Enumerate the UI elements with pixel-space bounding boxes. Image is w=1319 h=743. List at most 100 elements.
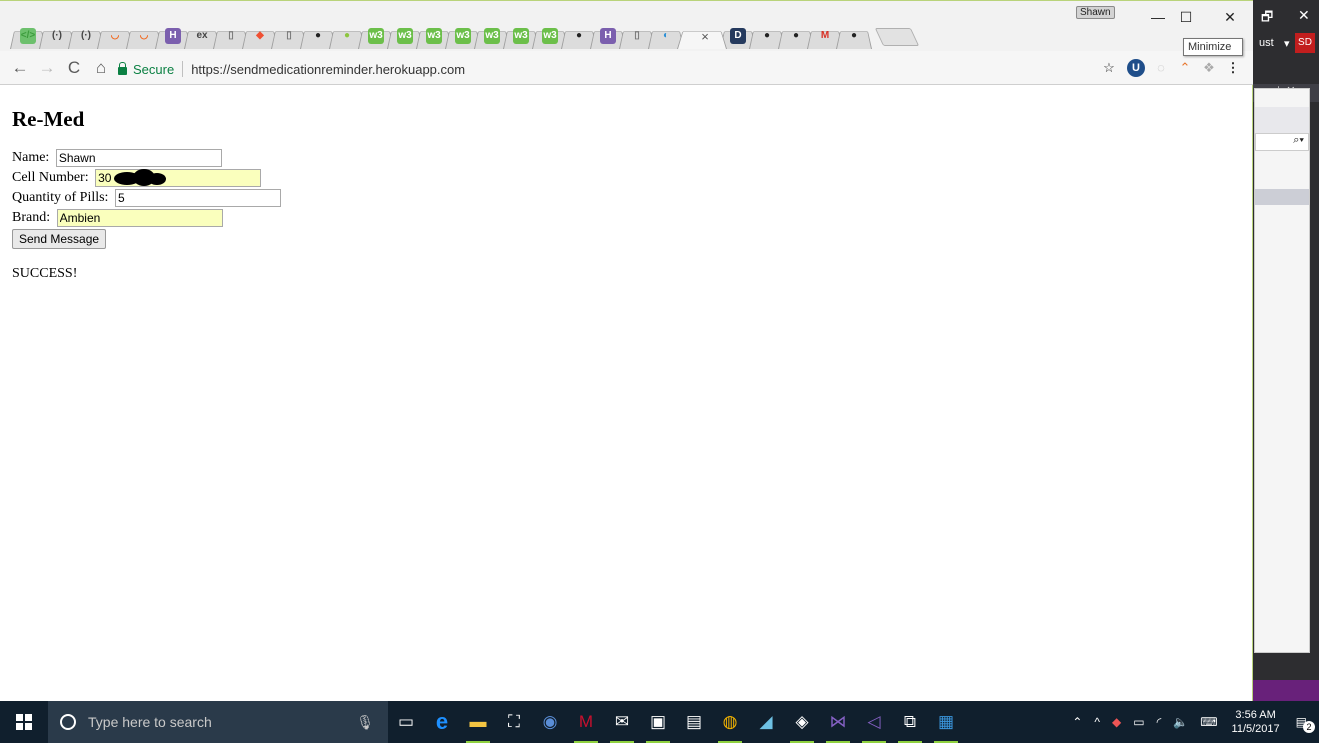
tab-favicon-icon: w3 <box>455 28 471 44</box>
close-window-button[interactable]: ✕ <box>1208 5 1252 29</box>
menu-icon[interactable]: ⋮ <box>1224 59 1242 77</box>
tab-favicon-icon: ● <box>314 30 322 41</box>
microphone-icon[interactable]: 🎙 <box>356 714 374 731</box>
tab-favicon-icon: ● <box>343 30 351 41</box>
redaction-mark <box>148 173 166 185</box>
minimize-tooltip: Minimize <box>1183 38 1243 56</box>
visual-studio-icon[interactable]: ⋈ <box>820 701 856 743</box>
back-icon[interactable]: ← <box>8 56 32 80</box>
wifi-icon[interactable]: ◜ <box>1151 715 1168 729</box>
omnibox-divider <box>182 61 184 77</box>
extension-icon[interactable]: ◌ <box>1152 59 1170 77</box>
bookmark-star-icon[interactable]: ☆ <box>1100 59 1118 77</box>
tab-favicon-icon: ● <box>575 30 583 41</box>
ublock-extension-icon[interactable]: U <box>1127 59 1145 77</box>
tab-favicon-icon: ◡ <box>110 30 120 41</box>
outlook-icon[interactable]: ▦ <box>928 701 964 743</box>
tab-favicon-icon: H <box>600 28 616 44</box>
avatar[interactable]: SD <box>1295 33 1315 53</box>
clock-date: 11/5/2017 <box>1231 723 1280 735</box>
secure-label: Secure <box>133 61 175 77</box>
background-menu-text: ust <box>1259 37 1274 49</box>
system-tray: ⌃ ^ ◆ ▭ ◜ 🔈 ⌨ 3:56 AM 11/5/2017 ▤ 2 <box>1066 701 1319 743</box>
browser-toolbar: ← → C ⌂ Secure https://sendmedicationrem… <box>0 51 1253 85</box>
volume-icon[interactable]: 🔈 <box>1167 715 1194 729</box>
home-icon[interactable]: ⌂ <box>89 56 113 80</box>
maximize-button[interactable]: ☐ <box>1164 5 1208 29</box>
cell-label: Cell Number: <box>12 170 93 185</box>
clock[interactable]: 3:56 AM 11/5/2017 <box>1224 708 1288 736</box>
brand-row: Brand: <box>12 208 1240 228</box>
editor-icon[interactable]: ◢ <box>748 701 784 743</box>
tab-strip: </> (·) (·) ◡ ◡ Hex ▯ ◆ ▯ ● ● w3 w3 w3 w3 w3 w3 w3 ● H ▯ ◐ × D ●… <box>0 1 1253 51</box>
close-icon[interactable]: ✕ <box>1298 7 1310 24</box>
search-placeholder: Type here to search <box>88 714 212 730</box>
dropbox-extension-icon[interactable]: ❖ <box>1200 59 1218 77</box>
edge-icon[interactable]: e <box>424 701 460 743</box>
antivirus-tray-icon[interactable]: ◆ <box>1106 715 1127 729</box>
tab-list: </> (·) (·) ◡ ◡ Hex ▯ ◆ ▯ ● ● w3 w3 w3 w3 w3 w3 w3 ● H ▯ ◐ × D ●… <box>10 23 920 49</box>
tab-favicon-icon: ▯ <box>228 30 234 41</box>
tab-favicon-icon: w3 <box>426 28 442 44</box>
web-page: Re-Med Name: Cell Number: Quantity of Pi… <box>0 86 1252 701</box>
console-icon[interactable]: ▤ <box>676 701 712 743</box>
terminal-icon[interactable]: ▣ <box>640 701 676 743</box>
chevron-up-icon[interactable]: ^ <box>1088 715 1106 729</box>
quantity-row: Quantity of Pills: <box>12 188 1240 208</box>
tab-favicon-icon: ◆ <box>256 30 264 41</box>
app-icon[interactable]: ◈ <box>784 701 820 743</box>
profile-button[interactable]: Shawn <box>1076 6 1115 19</box>
tab-favicon-icon: (·) <box>81 30 91 41</box>
send-message-button[interactable]: Send Message <box>12 229 107 249</box>
tab-favicon-icon: ● <box>850 30 858 41</box>
result-message: SUCCESS! <box>12 266 78 281</box>
address-bar[interactable]: Secure https://sendmedicationreminder.he… <box>118 58 1098 80</box>
forward-icon[interactable]: → <box>35 56 59 80</box>
tab-favicon-icon: (·) <box>52 30 62 41</box>
browser-window: </> (·) (·) ◡ ◡ Hex ▯ ◆ ▯ ● ● w3 w3 w3 w3 w3 w3 w3 ● H ▯ ◐ × D ●… <box>0 0 1253 701</box>
taskbar: Type here to search 🎙 ▭ e ▬ ⛶ ◉ M ✉ ▣ ▤ … <box>0 701 1319 743</box>
extension-arc-icon[interactable]: ⌃ <box>1176 59 1194 77</box>
file-explorer-icon[interactable]: ▬ <box>460 701 496 743</box>
taskbar-search-box[interactable]: Type here to search 🎙 <box>48 701 388 743</box>
status-bar <box>1253 680 1319 701</box>
keyboard-icon[interactable]: ⌨ <box>1194 715 1223 729</box>
tab-favicon-icon: H <box>165 28 181 44</box>
tab-favicon-icon: w3 <box>368 28 384 44</box>
windows-start-icon[interactable] <box>0 701 48 743</box>
background-window-titlebar: 🗗 ✕ ust ▾ SD <box>1253 0 1319 88</box>
panel-selection <box>1255 189 1309 205</box>
new-tab-button[interactable] <box>874 28 920 46</box>
globe-app-icon[interactable]: ◉ <box>532 701 568 743</box>
store-icon[interactable]: ⛶ <box>496 701 532 743</box>
reload-icon[interactable]: C <box>62 56 86 80</box>
task-view-icon[interactable]: ▭ <box>388 701 424 743</box>
tab-favicon-icon: ex <box>196 30 208 41</box>
chrome-icon[interactable]: ◍ <box>712 701 748 743</box>
quantity-input[interactable] <box>114 189 281 207</box>
battery-icon[interactable]: ▭ <box>1127 715 1150 729</box>
tab-favicon-icon: ▯ <box>286 30 292 41</box>
active-tab[interactable]: × <box>677 23 727 49</box>
close-tab-icon[interactable]: × <box>701 29 709 44</box>
brand-label: Brand: <box>12 210 54 225</box>
search-icon[interactable]: ⌕▾ <box>1255 133 1309 151</box>
browser-tab[interactable]: ● <box>836 23 872 49</box>
brand-input[interactable] <box>56 209 223 227</box>
restore-icon[interactable]: 🗗 <box>1261 8 1273 30</box>
mail-icon[interactable]: ✉ <box>604 701 640 743</box>
vs-code-icon[interactable]: ◁ <box>856 701 892 743</box>
remote-desktop-icon[interactable]: ⧉ <box>892 701 928 743</box>
tab-favicon-icon: ◡ <box>139 30 149 41</box>
lock-icon <box>118 62 127 75</box>
mcafee-icon[interactable]: M <box>568 701 604 743</box>
name-input[interactable] <box>55 149 222 167</box>
clock-time: 3:56 AM <box>1235 709 1276 721</box>
panel-header <box>1255 107 1309 133</box>
action-center-icon[interactable]: ▤ 2 <box>1288 715 1319 733</box>
tray-overflow-icon[interactable]: ⌃ <box>1066 715 1088 729</box>
name-label: Name: <box>12 150 53 165</box>
cell-row: Cell Number: <box>12 168 1240 188</box>
tab-favicon-icon: M <box>820 30 830 41</box>
tab-favicon-icon: w3 <box>397 28 413 44</box>
